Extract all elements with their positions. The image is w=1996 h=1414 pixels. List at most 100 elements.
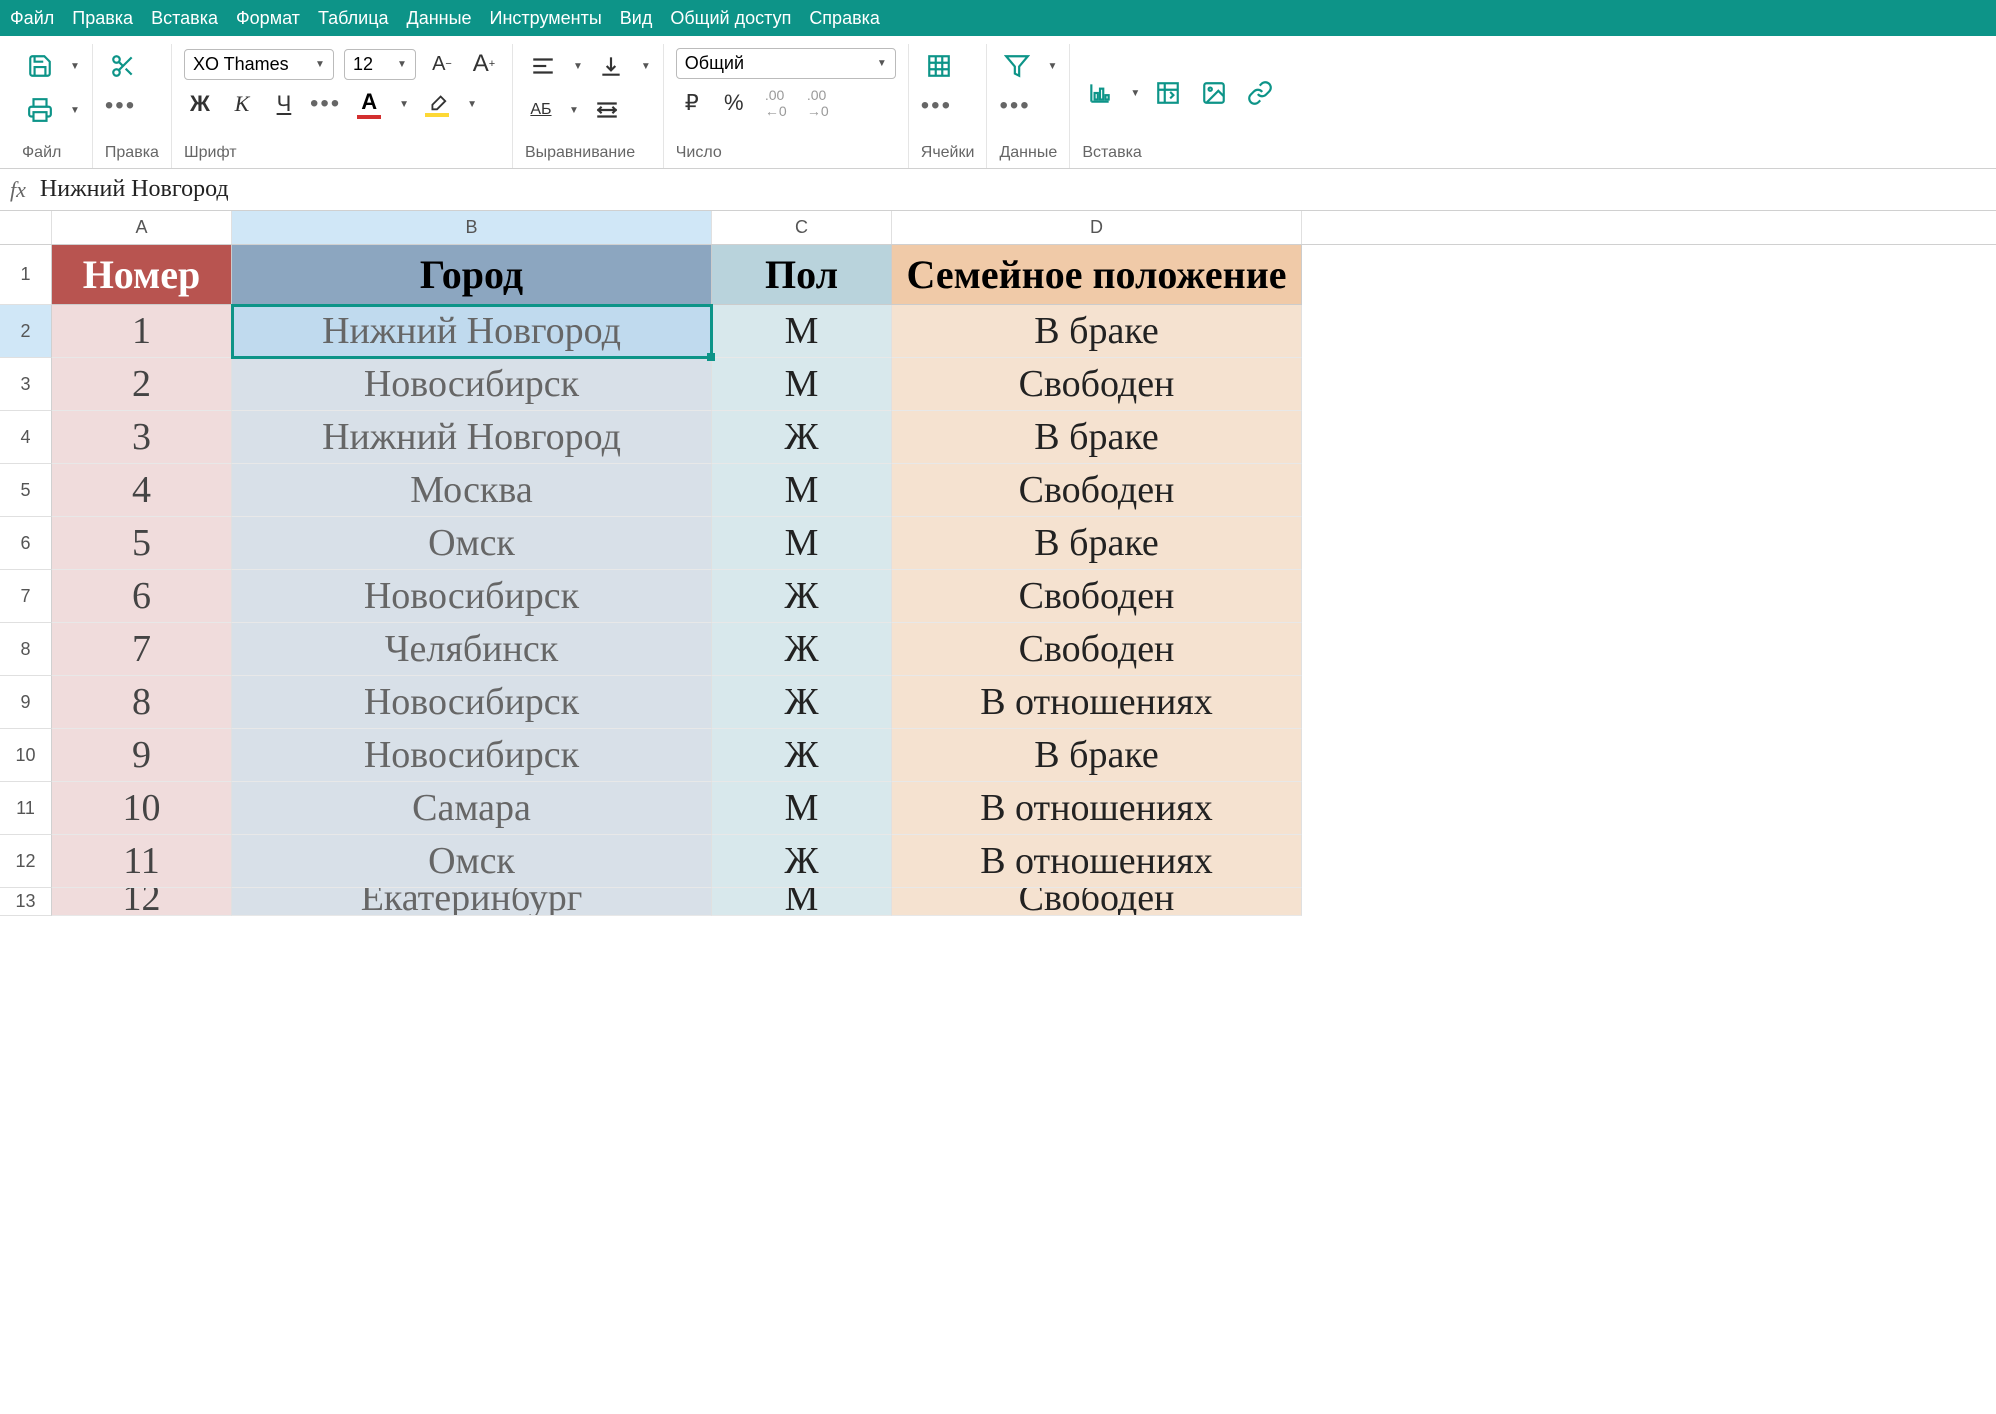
number-format-combo[interactable]: Общий ▼ — [676, 48, 896, 79]
cell-status[interactable]: В отношениях — [892, 782, 1302, 835]
insert-pivot-button[interactable] — [1150, 75, 1186, 111]
cell-status[interactable]: В браке — [892, 517, 1302, 570]
cell-city[interactable]: Омск — [232, 835, 712, 888]
row-header[interactable]: 6 — [0, 517, 52, 570]
font-name-combo[interactable]: XO Thames ▼ — [184, 49, 334, 80]
bold-button[interactable]: Ж — [184, 88, 216, 120]
row-header[interactable]: 3 — [0, 358, 52, 411]
font-color-button[interactable]: А — [351, 89, 387, 119]
col-header-a[interactable]: A — [52, 211, 232, 244]
menu-share[interactable]: Общий доступ — [670, 8, 791, 29]
header-cell-number[interactable]: Номер — [52, 245, 232, 305]
cell-number[interactable]: 11 — [52, 835, 232, 888]
cell-sex[interactable]: Ж — [712, 570, 892, 623]
cell-number[interactable]: 9 — [52, 729, 232, 782]
cells-more-button[interactable]: ••• — [921, 92, 952, 120]
cell-sex[interactable]: Ж — [712, 623, 892, 676]
menu-insert[interactable]: Вставка — [151, 8, 218, 29]
decrease-font-button[interactable]: A− — [426, 48, 458, 80]
filter-dropdown-icon[interactable]: ▼ — [1047, 61, 1057, 72]
header-cell-sex[interactable]: Пол — [712, 245, 892, 305]
wrap-text-button[interactable]: АБ — [525, 94, 557, 126]
cell-sex[interactable]: М — [712, 358, 892, 411]
row-header[interactable]: 11 — [0, 782, 52, 835]
cell-city[interactable]: Новосибирск — [232, 729, 712, 782]
row-header[interactable]: 5 — [0, 464, 52, 517]
cell-status[interactable]: В браке — [892, 305, 1302, 358]
row-header[interactable]: 8 — [0, 623, 52, 676]
cell-number[interactable]: 12 — [52, 888, 232, 916]
currency-button[interactable]: ₽ — [676, 87, 708, 119]
row-header[interactable]: 2 — [0, 305, 52, 358]
cell-sex[interactable]: Ж — [712, 411, 892, 464]
menu-edit[interactable]: Правка — [72, 8, 133, 29]
row-header[interactable]: 7 — [0, 570, 52, 623]
cell-sex[interactable]: М — [712, 888, 892, 916]
cell-city[interactable]: Новосибирск — [232, 358, 712, 411]
col-header-d[interactable]: D — [892, 211, 1302, 244]
fx-icon[interactable]: fx — [10, 177, 26, 203]
data-more-button[interactable]: ••• — [999, 92, 1030, 120]
cell-number[interactable]: 8 — [52, 676, 232, 729]
cell-number[interactable]: 2 — [52, 358, 232, 411]
header-cell-city[interactable]: Город — [232, 245, 712, 305]
menu-tools[interactable]: Инструменты — [490, 8, 602, 29]
cell-city[interactable]: Омск — [232, 517, 712, 570]
cell-city[interactable]: Новосибирск — [232, 570, 712, 623]
insert-image-button[interactable] — [1196, 75, 1232, 111]
cells-button[interactable] — [921, 48, 957, 84]
col-header-b[interactable]: B — [232, 211, 712, 244]
italic-button[interactable]: К — [226, 88, 258, 120]
cell-number[interactable]: 5 — [52, 517, 232, 570]
filter-button[interactable] — [999, 48, 1035, 84]
select-all-corner[interactable] — [0, 211, 52, 244]
cell-city[interactable]: Екатеринбург — [232, 888, 712, 916]
align-h-dropdown-icon[interactable]: ▼ — [573, 61, 583, 72]
row-header[interactable]: 9 — [0, 676, 52, 729]
cell-number[interactable]: 3 — [52, 411, 232, 464]
cell-sex[interactable]: М — [712, 305, 892, 358]
cell-number[interactable]: 6 — [52, 570, 232, 623]
header-cell-status[interactable]: Семейное положение — [892, 245, 1302, 305]
align-bottom-button[interactable] — [593, 48, 629, 84]
cell-number[interactable]: 10 — [52, 782, 232, 835]
cell-status[interactable]: Свободен — [892, 623, 1302, 676]
row-header[interactable]: 10 — [0, 729, 52, 782]
cell-city[interactable]: Нижний Новгород — [232, 411, 712, 464]
cell-sex[interactable]: М — [712, 782, 892, 835]
save-dropdown-icon[interactable]: ▼ — [70, 61, 80, 72]
percent-button[interactable]: % — [718, 87, 750, 119]
row-header[interactable]: 4 — [0, 411, 52, 464]
cell-sex[interactable]: М — [712, 517, 892, 570]
insert-chart-button[interactable] — [1082, 75, 1118, 111]
print-button[interactable] — [22, 92, 58, 128]
cell-city[interactable]: Самара — [232, 782, 712, 835]
increase-font-button[interactable]: A+ — [468, 48, 500, 80]
cell-number[interactable]: 4 — [52, 464, 232, 517]
chart-dropdown-icon[interactable]: ▼ — [1130, 88, 1140, 99]
menu-help[interactable]: Справка — [809, 8, 880, 29]
underline-button[interactable]: Ч — [268, 88, 300, 120]
font-size-combo[interactable]: 12 ▼ — [344, 49, 416, 80]
align-v-dropdown-icon[interactable]: ▼ — [641, 61, 651, 72]
cell-sex[interactable]: Ж — [712, 835, 892, 888]
highlight-dropdown-icon[interactable]: ▼ — [467, 99, 477, 110]
decrease-decimal-button[interactable]: .00→0 — [802, 87, 834, 119]
menu-table[interactable]: Таблица — [318, 8, 389, 29]
cell-status[interactable]: В отношениях — [892, 835, 1302, 888]
print-dropdown-icon[interactable]: ▼ — [70, 105, 80, 116]
highlight-button[interactable] — [419, 91, 455, 117]
cell-status[interactable]: В отношениях — [892, 676, 1302, 729]
menu-view[interactable]: Вид — [620, 8, 653, 29]
cell-status[interactable]: Свободен — [892, 358, 1302, 411]
formula-input[interactable]: Нижний Новгород — [40, 176, 229, 203]
cell-status[interactable]: Свободен — [892, 570, 1302, 623]
cell-sex[interactable]: Ж — [712, 729, 892, 782]
cell-city[interactable]: Новосибирск — [232, 676, 712, 729]
insert-link-button[interactable] — [1242, 75, 1278, 111]
col-header-c[interactable]: C — [712, 211, 892, 244]
edit-more-button[interactable]: ••• — [105, 92, 136, 120]
cell-status[interactable]: Свободен — [892, 464, 1302, 517]
cell-status[interactable]: Свободен — [892, 888, 1302, 916]
row-header[interactable]: 13 — [0, 888, 52, 916]
